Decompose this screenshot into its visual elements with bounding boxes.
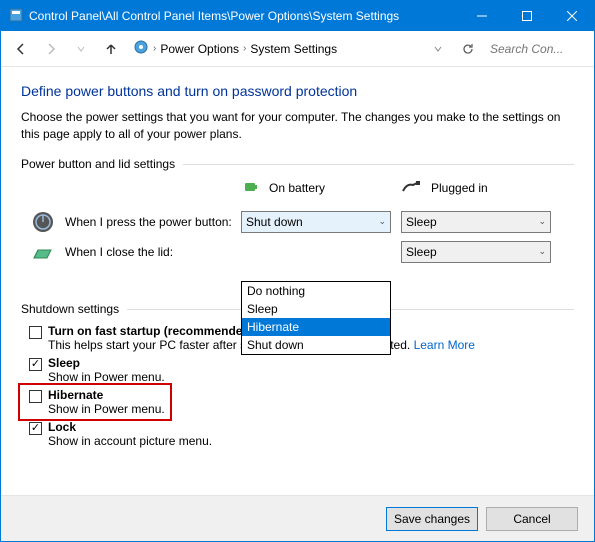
- navbar: › Power Options › System Settings: [1, 31, 594, 67]
- maximize-button[interactable]: [504, 1, 549, 31]
- learn-more-link[interactable]: Learn More: [414, 338, 475, 352]
- sleep-title: Sleep: [48, 356, 165, 370]
- section-power-button-lid: Power button and lid settings: [21, 157, 574, 171]
- plugged-label: Plugged in: [431, 181, 488, 195]
- lid-plugged-select[interactable]: Sleep⌄: [401, 241, 551, 263]
- lock-desc: Show in account picture menu.: [48, 434, 212, 448]
- plug-icon: [401, 179, 423, 198]
- breadcrumb-item[interactable]: Power Options: [160, 42, 239, 56]
- power-button-battery-select[interactable]: Shut down⌄: [241, 211, 391, 233]
- cancel-button[interactable]: Cancel: [486, 507, 578, 531]
- battery-label: On battery: [269, 181, 325, 195]
- page-heading: Define power buttons and turn on passwor…: [21, 83, 574, 99]
- sleep-desc: Show in Power menu.: [48, 370, 165, 384]
- breadcrumb-item[interactable]: System Settings: [250, 42, 337, 56]
- save-button[interactable]: Save changes: [386, 507, 478, 531]
- hibernate-desc: Show in Power menu.: [48, 402, 165, 416]
- chevron-down-icon: ⌄: [538, 216, 546, 227]
- refresh-button[interactable]: [456, 37, 480, 61]
- fast-startup-checkbox[interactable]: [29, 326, 42, 339]
- power-button-plugged-select[interactable]: Sleep⌄: [401, 211, 551, 233]
- dropdown-menu: Do nothing Sleep Hibernate Shut down: [241, 281, 391, 355]
- window-title: Control Panel\All Control Panel Items\Po…: [29, 9, 459, 23]
- lock-title: Lock: [48, 420, 212, 434]
- intro-text: Choose the power settings that you want …: [21, 109, 574, 143]
- titlebar: Control Panel\All Control Panel Items\Po…: [1, 1, 594, 31]
- power-icon: [31, 210, 55, 234]
- dropdown-option[interactable]: Do nothing: [242, 282, 390, 300]
- hibernate-title: Hibernate: [48, 388, 165, 402]
- breadcrumb[interactable]: › Power Options › System Settings: [129, 37, 420, 61]
- dropdown-option[interactable]: Sleep: [242, 300, 390, 318]
- lid-icon: [31, 240, 55, 264]
- chevron-right-icon: ›: [243, 43, 246, 54]
- chevron-down-icon: ⌄: [538, 246, 546, 257]
- back-button[interactable]: [9, 37, 33, 61]
- battery-icon: [241, 177, 261, 200]
- search-input[interactable]: [486, 37, 586, 61]
- lock-checkbox[interactable]: [29, 422, 42, 435]
- sleep-checkbox[interactable]: [29, 358, 42, 371]
- dropdown-option[interactable]: Shut down: [242, 336, 390, 354]
- dropdown-option-selected[interactable]: Hibernate: [242, 318, 390, 336]
- chevron-down-icon: ⌄: [378, 216, 386, 227]
- chevron-right-icon: ›: [153, 43, 156, 54]
- power-button-label: When I press the power button:: [65, 215, 232, 229]
- close-button[interactable]: [549, 1, 594, 31]
- hibernate-checkbox[interactable]: [29, 390, 42, 403]
- control-panel-icon: [9, 8, 23, 25]
- lid-label: When I close the lid:: [65, 245, 173, 259]
- window: Control Panel\All Control Panel Items\Po…: [0, 0, 595, 542]
- recent-dropdown[interactable]: [69, 37, 93, 61]
- minimize-button[interactable]: [459, 1, 504, 31]
- forward-button[interactable]: [39, 37, 63, 61]
- up-button[interactable]: [99, 37, 123, 61]
- footer: Save changes Cancel: [1, 495, 594, 541]
- content-area: Define power buttons and turn on passwor…: [1, 67, 594, 495]
- address-dropdown[interactable]: [426, 37, 450, 61]
- breadcrumb-icon: [133, 39, 149, 58]
